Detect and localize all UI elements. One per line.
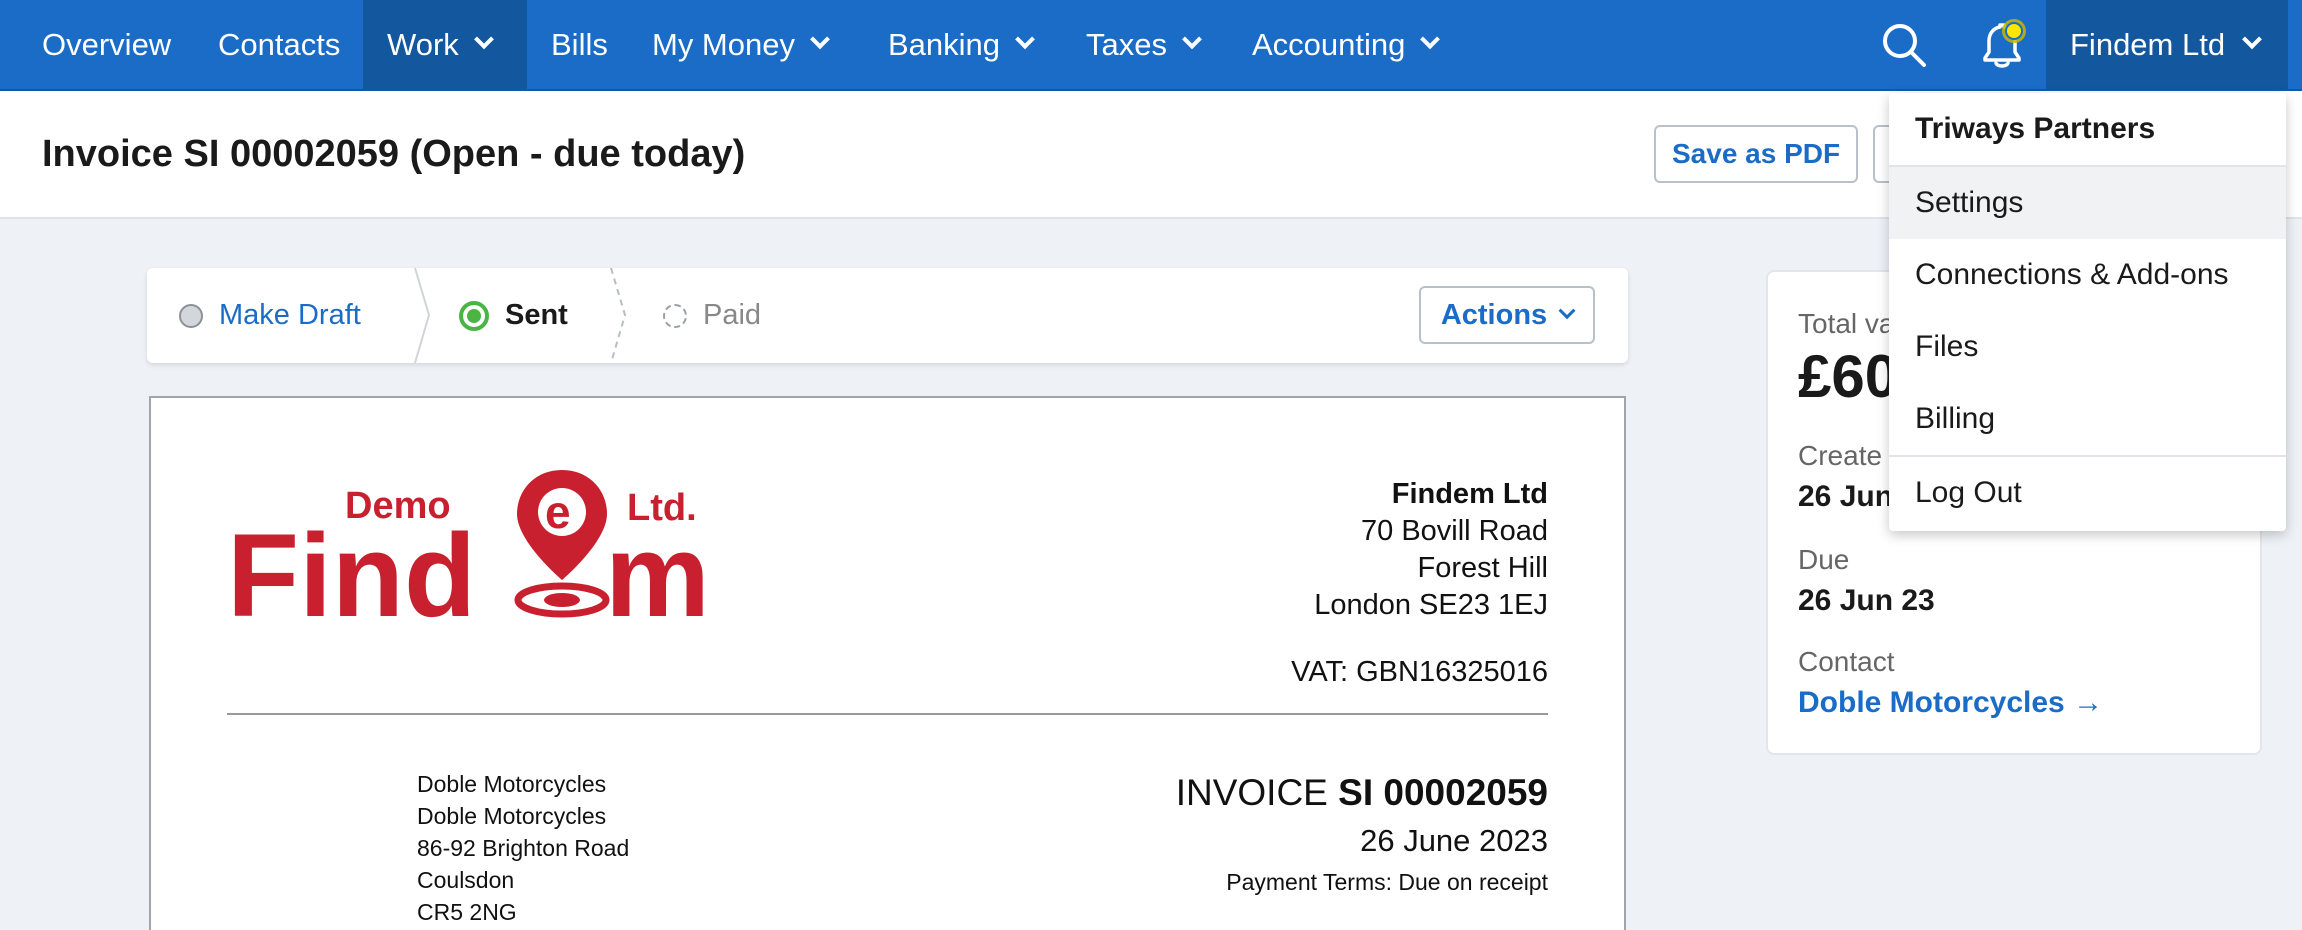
sent-status-check-icon (459, 300, 489, 331)
dropdown-item-connections-addons[interactable]: Connections & Add-ons (1889, 239, 2286, 311)
logo-word: Find (227, 510, 476, 628)
customer-address-block: Doble Motorcycles Doble Motorcycles 86-9… (417, 768, 629, 928)
logo-word: m (605, 510, 710, 628)
chevron-down-icon (1182, 28, 1202, 49)
invoice-heading-prefix: INVOICE (1175, 772, 1328, 813)
nav-item-label: Accounting (1252, 26, 1406, 62)
nav-item-label: Work (387, 26, 459, 62)
due-label: Due (1798, 544, 1850, 575)
step-sent: Sent (459, 268, 568, 363)
invoice-document: Demo Ltd. Find e m Findem Ltd 70 Bovill … (149, 396, 1626, 930)
top-navigation: Overview Contacts Work Bills My Money Ba… (0, 0, 2302, 91)
org-name: Findem Ltd (2070, 26, 2226, 62)
nav-item-overview[interactable]: Overview (42, 0, 171, 89)
search-icon[interactable] (1876, 0, 1932, 89)
org-account-menu[interactable]: Findem Ltd (2046, 0, 2288, 89)
invoice-heading: INVOICE SI 00002059 (1176, 770, 1548, 816)
company-vat-number: VAT: GBN16325016 (1291, 656, 1548, 688)
company-address-block: Findem Ltd 70 Bovill Road Forest Hill Lo… (1314, 476, 1548, 624)
nav-item-accounting[interactable]: Accounting (1252, 0, 1441, 89)
due-value: 26 Jun 23 (1798, 584, 1935, 617)
nav-item-label: Banking (888, 26, 1001, 62)
payment-terms: Payment Terms: Due on receipt (1226, 869, 1548, 895)
invoice-number: SI 00002059 (1338, 772, 1548, 813)
page-title: Invoice SI 00002059 (Open - due today) (42, 133, 746, 175)
invoice-status-stepper: Make Draft Sent Paid Actions (147, 268, 1628, 363)
nav-item-banking[interactable]: Banking (888, 0, 1035, 89)
nav-item-taxes[interactable]: Taxes (1086, 0, 1202, 89)
chevron-down-icon (1015, 28, 1035, 49)
nav-item-contacts[interactable]: Contacts (218, 0, 340, 89)
customer-address-line: Coulsdon (417, 867, 515, 893)
dropdown-item-files[interactable]: Files (1889, 311, 2286, 383)
nav-item-work[interactable]: Work (363, 0, 527, 89)
step-label: Paid (703, 299, 762, 331)
invoice-meta: INVOICE SI 00002059 26 June 2023 Payment… (1176, 770, 1548, 898)
nav-item-label: Overview (42, 26, 172, 62)
company-address-line: London SE23 1EJ (1314, 589, 1548, 621)
company-address-line: 70 Bovill Road (1361, 515, 1548, 547)
step-make-draft[interactable]: Make Draft (179, 268, 361, 363)
total-value-amount: £60 (1798, 343, 1899, 410)
company-name: Findem Ltd (1391, 478, 1548, 510)
nav-item-label: Taxes (1086, 26, 1167, 62)
step-paid: Paid (663, 268, 761, 363)
actions-label: Actions (1440, 298, 1548, 331)
actions-button[interactable]: Actions (1419, 286, 1595, 344)
paid-status-pending-icon (663, 303, 687, 328)
step-divider-icon (610, 268, 627, 363)
customer-address-line: Doble Motorcycles (417, 771, 607, 797)
dropdown-heading: Triways Partners (1915, 112, 2156, 145)
customer-address-line: CR5 2NG (417, 899, 517, 925)
company-address-line: Forest Hill (1417, 552, 1548, 584)
org-account-dropdown: Triways Partners Settings Connections & … (1889, 93, 2286, 531)
document-divider (227, 713, 1548, 715)
notification-bell-icon[interactable] (1970, 0, 2034, 89)
chevron-down-icon (2242, 28, 2262, 49)
chevron-down-icon (1420, 28, 1441, 49)
nav-item-label: Bills (551, 26, 608, 62)
created-label: Create (1798, 440, 1883, 471)
svg-text:e: e (545, 486, 571, 538)
nav-item-bills[interactable]: Bills (551, 0, 608, 89)
total-value-label: Total va (1798, 308, 1895, 339)
chevron-down-icon (1558, 302, 1576, 320)
dropdown-item-log-out[interactable]: Log Out (1889, 457, 2286, 529)
step-divider-icon (414, 268, 431, 363)
chevron-down-icon (810, 28, 830, 49)
draft-status-dot-icon (179, 303, 203, 328)
step-label: Make Draft (219, 299, 361, 331)
customer-address-line: Doble Motorcycles (417, 803, 607, 829)
chevron-down-icon (473, 28, 494, 49)
dropdown-item-billing[interactable]: Billing (1889, 383, 2286, 455)
contact-label: Contact (1798, 646, 1895, 677)
company-logo: Demo Ltd. Find e m (227, 470, 710, 628)
contact-link[interactable]: Doble Motorcycles → (1798, 686, 2103, 720)
nav-item-label: Contacts (218, 26, 341, 62)
invoice-date: 26 June 2023 (1360, 823, 1548, 858)
created-value: 26 Jun (1798, 480, 1894, 513)
nav-item-label: My Money (652, 26, 795, 62)
customer-address-line: 86-92 Brighton Road (417, 835, 630, 861)
dropdown-item-settings[interactable]: Settings (1889, 167, 2286, 239)
save-as-pdf-button[interactable]: Save as PDF (1654, 125, 1859, 183)
step-label: Sent (505, 299, 568, 331)
nav-item-my-money[interactable]: My Money (652, 0, 830, 89)
